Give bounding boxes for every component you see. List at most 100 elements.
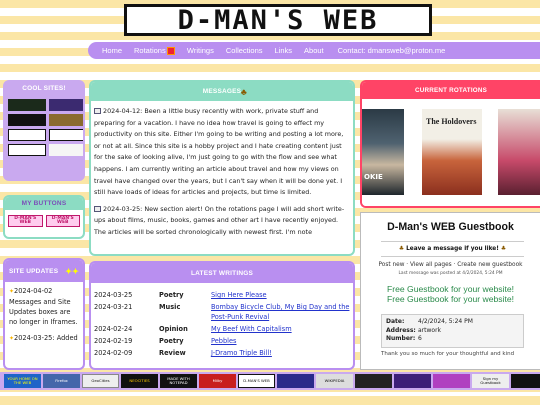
dancing-figure-icon: ♣: [500, 246, 507, 252]
dancing-figure-icon: ♣: [240, 86, 247, 97]
nav-contact[interactable]: Contact: dmansweb@proton.me: [332, 46, 452, 55]
web-button[interactable]: [433, 374, 470, 388]
messages-title: MESSAGES: [202, 88, 242, 95]
web-button[interactable]: WIKIPEDIA: [316, 374, 353, 388]
writing-link[interactable]: Bombay Bicycle Club, My Big Day and the …: [211, 303, 349, 321]
web-button[interactable]: YOUR HOME ON THE WEB: [4, 374, 41, 388]
my-buttons-row: D-MAN'S WEB D-MAN'S WEB: [5, 210, 83, 232]
rotation-poster[interactable]: [498, 109, 540, 195]
poster-text: The Holdovers: [426, 117, 477, 126]
web-button[interactable]: Sign my Guestbook: [472, 374, 509, 388]
cool-sites-buttons: [5, 95, 83, 156]
site-updates-header: SITE UPDATES ✦✦: [5, 260, 83, 282]
site-updates-list: ✦2024-04-02 Messages and Site Updates bo…: [5, 282, 83, 344]
current-rotations-panel: CURRENT ROTATIONS OKIE The Holdovers: [360, 80, 540, 208]
nav-rotations[interactable]: Rotations: [128, 46, 181, 55]
writing-link[interactable]: Pebbles: [211, 337, 237, 345]
web-button[interactable]: [355, 374, 392, 388]
calendar-icon: [94, 205, 101, 212]
table-row: 2024-02-19 Poetry Pebbles: [93, 335, 351, 347]
nav-collections[interactable]: Collections: [220, 46, 269, 55]
entry-label: Date:: [386, 318, 405, 325]
my-site-button[interactable]: D-MAN'S WEB: [45, 215, 80, 227]
web-button[interactable]: NEOCITIES: [121, 374, 158, 388]
update-item: ✦2024-03-25: Added: [9, 334, 78, 342]
update-date: 2024-04-02: [14, 287, 53, 295]
site-updates-panel: SITE UPDATES ✦✦ ✦2024-04-02 Messages and…: [3, 258, 85, 370]
entry-label: Address:: [386, 326, 416, 334]
web-button[interactable]: Firefox: [43, 374, 80, 388]
web-button[interactable]: MADE WITH NOTEPAD: [160, 374, 197, 388]
update-text: Added: [56, 334, 78, 342]
latest-writings-panel: LATEST WRITINGS 2024-03-25 Poetry Sign H…: [89, 261, 355, 370]
writing-type: Poetry: [159, 337, 184, 345]
site-updates-title: SITE UPDATES: [9, 267, 59, 275]
cool-site-button[interactable]: [8, 129, 46, 141]
update-date: 2024-03-25: [14, 334, 53, 342]
bottom-buttons-bar: YOUR HOME ON THE WEB Firefox GeoCities N…: [0, 372, 540, 390]
guestbook-promo[interactable]: Free Guestbook for your website! Free Gu…: [361, 276, 540, 304]
cool-sites-title: COOL SITES!: [5, 82, 83, 95]
sparkle-icon: ✦✦: [65, 266, 79, 276]
cool-site-button[interactable]: [8, 114, 46, 126]
guestbook-links[interactable]: Post new · View all pages · Create new g…: [361, 257, 540, 268]
writing-link[interactable]: J-Dramo Triple Bill!: [211, 349, 272, 357]
nav-rotations-label: Rotations: [134, 45, 166, 55]
nav-about[interactable]: About: [298, 46, 330, 55]
cool-site-button[interactable]: [49, 144, 83, 156]
rotation-poster[interactable]: The Holdovers: [422, 109, 482, 195]
web-button[interactable]: GeoCities: [82, 374, 119, 388]
cool-site-button[interactable]: [8, 99, 46, 111]
entry-row: Address: artwork: [386, 327, 519, 336]
cool-site-button[interactable]: [8, 144, 46, 156]
writing-link[interactable]: Sign Here Please: [211, 291, 267, 299]
messages-body[interactable]: 2024-04-12: Been a little busy recently …: [91, 101, 353, 239]
guestbook-title: D-Man's WEB Guestbook: [387, 221, 514, 233]
web-button[interactable]: Milky: [199, 374, 236, 388]
new-badge-icon: [166, 47, 175, 55]
cool-site-button[interactable]: [49, 114, 83, 126]
guestbook-panel: D-Man's WEB Guestbook ♣ Leave a message …: [360, 212, 540, 370]
my-site-button[interactable]: D-MAN'S WEB: [8, 215, 43, 227]
writings-table: 2024-03-25 Poetry Sign Here Please 2024-…: [93, 289, 351, 359]
nav-writings[interactable]: Writings: [181, 46, 220, 55]
calendar-icon: [94, 108, 101, 114]
web-button[interactable]: [277, 374, 314, 388]
table-row: 2024-02-24 Opinion My Beef With Capitali…: [93, 323, 351, 335]
writing-date: 2024-02-24: [94, 325, 133, 333]
web-button[interactable]: D-MAN'S WEB: [238, 374, 275, 388]
guestbook-entry-text: Thank you so much for your thoughtful an…: [381, 350, 515, 357]
cool-site-button[interactable]: [49, 99, 83, 111]
main-nav: Home Rotations Writings Collections Link…: [88, 42, 540, 59]
entry-row: Number: 6: [386, 335, 519, 344]
table-row: 2024-03-21 Music Bombay Bicycle Club, My…: [93, 301, 351, 323]
entry-row: Date: 4/2/2024, 5:24 PM: [386, 318, 519, 327]
writing-date: 2024-03-25: [94, 291, 133, 299]
web-button[interactable]: [394, 374, 431, 388]
writing-type: Poetry: [159, 291, 184, 299]
message-text: 2024-03-25: New section alert! On the ro…: [94, 204, 345, 236]
promo-line: Free Guestbook for your website!: [386, 284, 515, 294]
writing-link[interactable]: My Beef With Capitalism: [211, 325, 292, 333]
web-button[interactable]: [511, 374, 540, 388]
message-post: 2024-03-25: New section alert! On the ro…: [94, 204, 349, 239]
nav-links[interactable]: Links: [269, 46, 299, 55]
cool-site-button[interactable]: [49, 129, 83, 141]
site-logo[interactable]: D-MAN'S WEB: [124, 4, 432, 36]
leave-message-text: Leave a message if you like!: [406, 246, 499, 252]
cool-sites-panel: COOL SITES!: [3, 80, 85, 181]
writing-date: 2024-03-21: [94, 303, 133, 311]
current-rotations-title: CURRENT ROTATIONS: [362, 82, 540, 99]
my-buttons-panel: MY BUTTONS D-MAN'S WEB D-MAN'S WEB: [3, 195, 85, 239]
nav-home[interactable]: Home: [96, 46, 128, 55]
writing-type: Review: [159, 349, 186, 357]
messages-panel: MESSAGES ♣ 2024-04-12: Been a little bus…: [89, 80, 355, 256]
poster-text: OKIE: [364, 173, 383, 181]
guestbook-entry: Date: 4/2/2024, 5:24 PM Address: artwork N…: [381, 314, 524, 348]
rotation-poster[interactable]: OKIE: [362, 109, 404, 195]
site-logo-text: D-MAN'S WEB: [177, 4, 379, 36]
writing-date: 2024-02-09: [94, 349, 133, 357]
table-row: 2024-02-09 Review J-Dramo Triple Bill!: [93, 347, 351, 359]
guestbook-leave-message[interactable]: ♣ Leave a message if you like! ♣: [381, 241, 524, 257]
table-row: 2024-03-25 Poetry Sign Here Please: [93, 289, 351, 301]
